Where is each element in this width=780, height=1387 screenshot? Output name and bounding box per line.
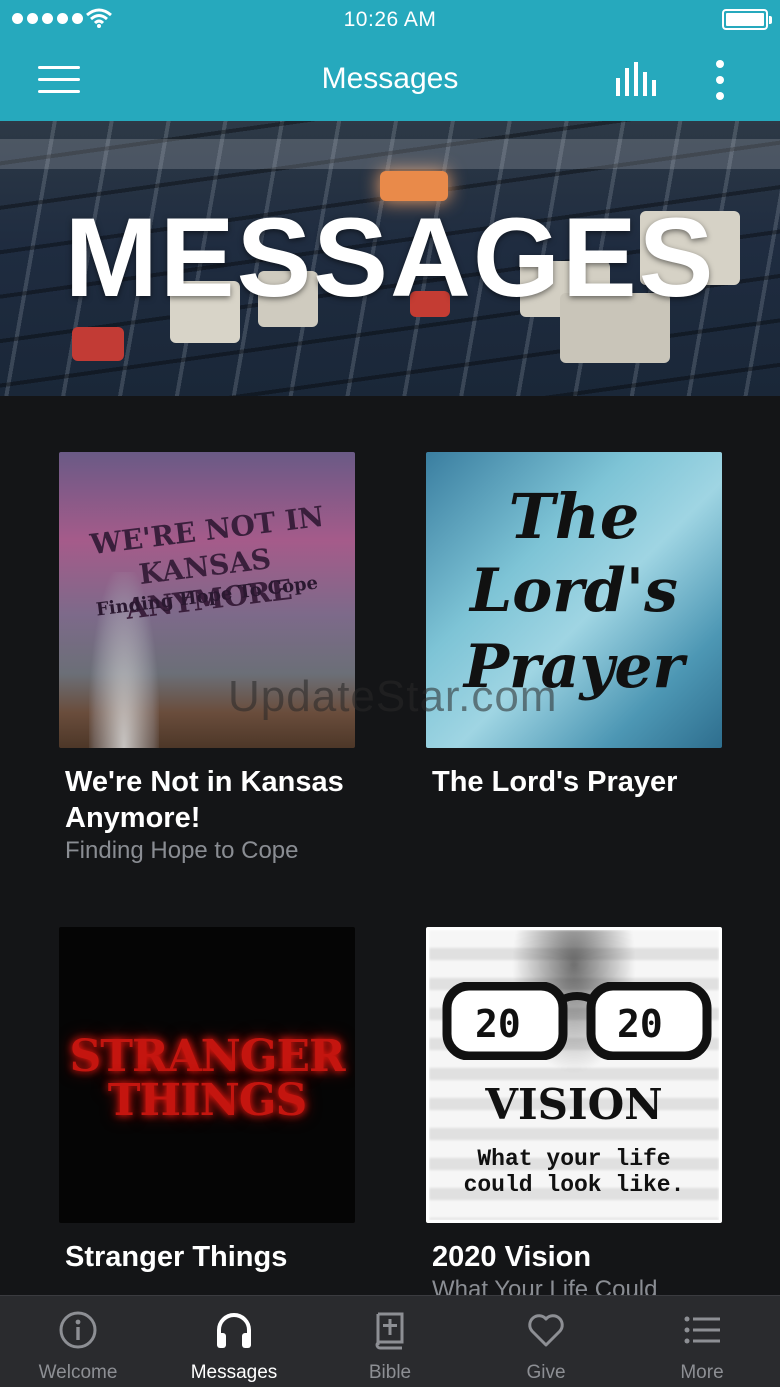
tab-welcome[interactable]: Welcome <box>0 1296 156 1387</box>
tab-label: Bible <box>368 1362 412 1383</box>
battery-icon <box>722 9 772 30</box>
hero-title: MESSAGES <box>64 195 716 320</box>
navigation-bar: Messages <box>0 40 780 121</box>
series-artwork: STRANGER THINGS <box>59 927 355 1223</box>
bible-icon <box>375 1312 404 1350</box>
headphones-icon <box>217 1313 251 1348</box>
tab-label: Give <box>526 1362 566 1383</box>
series-artwork: WE'RE NOT IN KANSAS ANYMORE Finding Hope… <box>59 452 355 748</box>
series-subtitle: What Your Life Could <box>432 1276 658 1295</box>
series-subtitle: Finding Hope to Cope <box>65 837 299 864</box>
series-card-kansas[interactable]: WE'RE NOT IN KANSAS ANYMORE Finding Hope… <box>59 452 355 872</box>
tab-label: Welcome <box>38 1362 118 1383</box>
series-artwork: The Lord's Prayer <box>426 452 722 748</box>
more-options-button[interactable] <box>708 58 732 102</box>
status-bar: 10:26 AM <box>0 0 780 40</box>
series-card-2020-vision[interactable]: 20 20 VISION What your life could look l… <box>426 927 722 1295</box>
series-title: 2020 Vision <box>432 1241 592 1273</box>
hero-banner: MESSAGES <box>0 121 780 396</box>
series-card-stranger-things[interactable]: STRANGER THINGS Stranger Things <box>59 927 355 1277</box>
tab-label: Messages <box>190 1362 278 1383</box>
info-icon <box>59 1311 97 1349</box>
series-title: Stranger Things <box>65 1241 288 1273</box>
tab-bible[interactable]: Bible <box>312 1296 468 1387</box>
status-time: 10:26 AM <box>343 8 437 31</box>
tab-messages[interactable]: Messages <box>156 1296 312 1387</box>
list-icon <box>684 1316 720 1344</box>
series-title: The Lord's Prayer <box>432 766 678 798</box>
tab-label: More <box>680 1362 724 1383</box>
tab-more[interactable]: More <box>624 1296 780 1387</box>
series-artwork: 20 20 VISION What your life could look l… <box>426 927 722 1223</box>
heart-icon <box>528 1314 564 1347</box>
series-title: We're Not in Kansas Anymore! <box>65 766 344 834</box>
tab-give[interactable]: Give <box>468 1296 624 1387</box>
equalizer-icon[interactable] <box>614 62 660 98</box>
tab-bar: Welcome Messages Bible Give More <box>0 1295 780 1387</box>
hamburger-menu-button[interactable] <box>38 64 80 96</box>
series-card-lords-prayer[interactable]: The Lord's Prayer The Lord's Prayer <box>426 452 722 802</box>
page-title: Messages <box>321 62 459 95</box>
